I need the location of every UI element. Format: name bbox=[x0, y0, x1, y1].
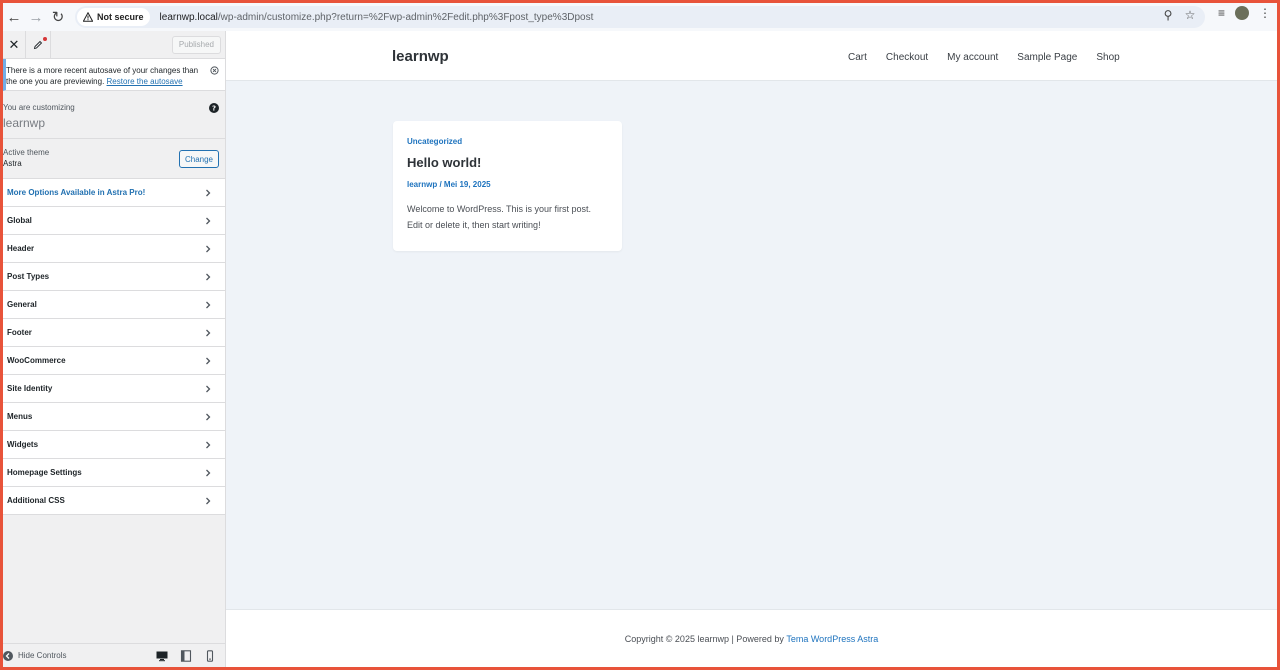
chevron-right-icon bbox=[206, 357, 211, 365]
nav-item[interactable]: Checkout bbox=[886, 52, 928, 63]
site-footer: Copyright © 2025 learnwp | Powered by Te… bbox=[226, 609, 1277, 667]
section-label: Widgets bbox=[7, 440, 39, 449]
change-theme-button[interactable]: Change bbox=[179, 150, 219, 168]
chevron-right-icon bbox=[206, 217, 211, 225]
customizer-section-item[interactable]: Widgets bbox=[3, 431, 225, 459]
footer-theme-link[interactable]: Tema WordPress Astra bbox=[786, 634, 878, 644]
footer-copyright: Copyright © 2025 learnwp | Powered by bbox=[624, 633, 787, 644]
section-label: More Options Available in Astra Pro! bbox=[7, 188, 146, 197]
close-icon[interactable]: ✕ bbox=[3, 37, 25, 53]
post-excerpt: Welcome to WordPress. This is your first… bbox=[407, 204, 592, 230]
warning-icon bbox=[83, 12, 93, 22]
post-meta[interactable]: learnwp / Mei 19, 2025 bbox=[407, 180, 608, 189]
customizer-section-item[interactable]: Site Identity bbox=[3, 375, 225, 403]
section-label: Header bbox=[7, 244, 35, 253]
customizing-label: You are customizing bbox=[3, 103, 75, 112]
section-label: Menus bbox=[7, 412, 33, 421]
active-theme-section: Active theme Astra Change bbox=[3, 139, 225, 179]
customizer-footer: Hide Controls bbox=[3, 643, 225, 667]
customizer-header: ✕ Published bbox=[3, 30, 225, 59]
customizer-section-item[interactable]: Additional CSS bbox=[3, 487, 225, 515]
nav-item[interactable]: Cart bbox=[848, 52, 867, 63]
address-bar[interactable]: Not secure learnwp.local/wp-admin/custom… bbox=[75, 6, 1205, 28]
site-header: learnwp Cart Checkout My account Sample Pag… bbox=[226, 31, 1277, 81]
nav-item[interactable]: My account bbox=[947, 52, 998, 63]
customizer-section-item[interactable]: General bbox=[3, 291, 225, 319]
site-preview: learnwp Cart Checkout My account Sample Pag… bbox=[226, 31, 1277, 667]
changes-indicator-dot bbox=[43, 36, 47, 41]
chevron-right-icon bbox=[206, 273, 211, 281]
section-label: Post Types bbox=[7, 272, 50, 281]
chevron-right-icon bbox=[206, 189, 211, 197]
tablet-preview-icon[interactable] bbox=[180, 649, 192, 662]
customizer-section-item[interactable]: Header bbox=[3, 235, 225, 263]
back-icon[interactable]: ← bbox=[3, 6, 25, 28]
mobile-preview-icon[interactable] bbox=[204, 649, 216, 662]
customizer-section-item[interactable]: Footer bbox=[3, 319, 225, 347]
customizer-section-item[interactable]: Menus bbox=[3, 403, 225, 431]
section-label: Site Identity bbox=[7, 384, 53, 393]
forward-icon[interactable]: → bbox=[25, 6, 47, 28]
screen-frame: ← → ↻ Not secure learnwp.local/wp-admin/… bbox=[3, 3, 1277, 667]
profile-avatar[interactable] bbox=[1235, 6, 1249, 20]
post-title-link[interactable]: Hello world! bbox=[407, 155, 608, 170]
customizing-site-name: learnwp bbox=[3, 116, 46, 130]
customizer-section-item[interactable]: More Options Available in Astra Pro! bbox=[3, 179, 225, 207]
customize-edit-button[interactable] bbox=[25, 30, 51, 59]
section-label: Global bbox=[7, 216, 32, 225]
chevron-right-icon bbox=[206, 469, 211, 477]
url-text: learnwp.local/wp-admin/customize.php?ret… bbox=[160, 12, 594, 23]
restore-autosave-link[interactable]: Restore the autosave bbox=[107, 77, 183, 86]
collapse-arrow-icon bbox=[3, 650, 13, 661]
chevron-right-icon bbox=[206, 413, 211, 421]
chevron-right-icon bbox=[206, 497, 211, 505]
chevron-right-icon bbox=[206, 301, 211, 309]
svg-text:?: ? bbox=[212, 105, 216, 113]
url-path: /wp-admin/customize.php?return=%2Fwp-adm… bbox=[217, 11, 594, 23]
desktop-preview-icon[interactable] bbox=[156, 650, 168, 662]
customizer-sections: More Options Available in Astra Pro! Glob… bbox=[3, 179, 225, 515]
section-label: Homepage Settings bbox=[7, 468, 82, 477]
browser-toolbar: ← → ↻ Not secure learnwp.local/wp-admin/… bbox=[3, 3, 1277, 31]
pencil-icon bbox=[33, 40, 43, 49]
dismiss-icon[interactable] bbox=[210, 66, 219, 75]
section-label: Additional CSS bbox=[7, 496, 65, 505]
nav-item[interactable]: Shop bbox=[1096, 52, 1119, 63]
chevron-right-icon bbox=[206, 245, 211, 253]
security-label: Not secure bbox=[97, 12, 144, 22]
customizer-section-item[interactable]: Post Types bbox=[3, 263, 225, 291]
bookmark-star-icon[interactable]: ☆ bbox=[1183, 8, 1197, 22]
site-navigation: Cart Checkout My account Sample Page Shop bbox=[848, 52, 1120, 63]
autosave-notice: There is a more recent autosave of your … bbox=[3, 59, 225, 91]
post-category-link[interactable]: Uncategorized bbox=[407, 137, 608, 146]
zoom-icon[interactable]: ⚲ bbox=[1161, 8, 1175, 22]
site-title[interactable]: learnwp bbox=[392, 48, 449, 65]
hide-controls-label: Hide Controls bbox=[18, 651, 67, 660]
chevron-right-icon bbox=[206, 441, 211, 449]
customizing-info: You are customizing learnwp ? bbox=[3, 91, 225, 139]
post-card: Uncategorized Hello world! learnwp / Mei… bbox=[393, 121, 622, 251]
hide-controls-button[interactable]: Hide Controls bbox=[3, 650, 67, 661]
chevron-right-icon bbox=[206, 329, 211, 337]
customizer-section-item[interactable]: Global bbox=[3, 207, 225, 235]
customizer-section-item[interactable]: WooCommerce bbox=[3, 347, 225, 375]
url-host: learnwp.local bbox=[159, 11, 218, 23]
reload-icon[interactable]: ↻ bbox=[47, 6, 69, 28]
published-button[interactable]: Published bbox=[171, 35, 221, 54]
customizer-section-item[interactable]: Homepage Settings bbox=[3, 459, 225, 487]
section-label: Footer bbox=[7, 328, 32, 337]
media-control-icon[interactable]: ≡ bbox=[1218, 6, 1225, 20]
security-chip[interactable]: Not secure bbox=[77, 8, 150, 26]
kebab-menu-icon[interactable]: ⋮ bbox=[1259, 6, 1271, 20]
section-label: General bbox=[7, 300, 37, 309]
chevron-right-icon bbox=[206, 385, 211, 393]
nav-item[interactable]: Sample Page bbox=[1017, 52, 1077, 63]
help-icon[interactable]: ? bbox=[209, 103, 219, 113]
section-label: WooCommerce bbox=[7, 356, 66, 365]
customizer-sidebar: ✕ Published There is a more recent autos… bbox=[3, 30, 226, 667]
